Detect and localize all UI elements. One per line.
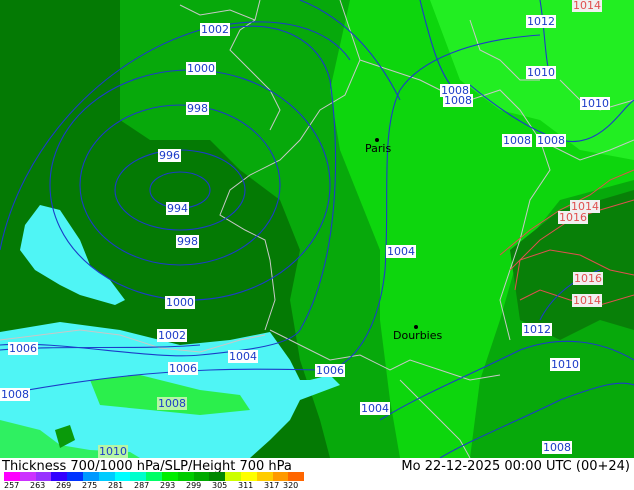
scale-label: 320 (283, 481, 299, 490)
isobar-label-text: 1010 (99, 445, 127, 458)
isobar-label: 1014 (572, 294, 602, 307)
isobar-label-text: 1016 (559, 211, 587, 224)
isobar-label-text: 1002 (158, 329, 186, 342)
paris-label: Paris (365, 142, 391, 155)
isobar-label: 1012 (526, 15, 556, 28)
isobar-label-text: 1008 (503, 134, 531, 147)
isobar-label: 1008 (443, 94, 473, 107)
isobar-label: 1010 (550, 358, 580, 371)
isobar-label-text: 996 (159, 149, 180, 162)
isobar-label-text: 1008 (537, 134, 565, 147)
isobar-label-text: 1008 (1, 388, 29, 401)
isobar-label: 1006 (168, 362, 198, 375)
map-datetime: Mo 22-12-2025 00:00 UTC (00+24) (401, 459, 630, 474)
scale-swatch (51, 472, 68, 481)
scale-swatch (288, 472, 305, 481)
scale-swatch (114, 472, 131, 481)
scale-label: 257 (4, 481, 20, 490)
isobar-label-text: 1012 (527, 15, 555, 28)
isobar-label: 1010 (580, 97, 610, 110)
scale-label: 305 (212, 481, 228, 490)
isobar-label: 1002 (157, 329, 187, 342)
isobar-label: 1010 (98, 445, 128, 458)
isobar-label-text: 1008 (444, 94, 472, 107)
isobar-label: 1008 (536, 134, 566, 147)
scale-label: 293 (160, 481, 176, 490)
isobar-label-text: 1000 (187, 62, 215, 75)
isobar-label: 1008 (542, 441, 572, 454)
isobar-label-text: 1006 (316, 364, 344, 377)
scale-label: 311 (238, 481, 254, 490)
weather-map: Paris Dourbies 1014 1012 1002 1000 1010 1008 1… (0, 0, 634, 458)
scale-swatch (272, 472, 289, 481)
isobar-label-text: 1002 (201, 23, 229, 36)
isobar-label-text: 1006 (169, 362, 197, 375)
isobar-label: 998 (176, 235, 199, 248)
isobar-label-text: 998 (187, 102, 208, 115)
isobar-label: 1016 (573, 272, 603, 285)
isobar-label: 1008 (502, 134, 532, 147)
color-scale-bar (4, 472, 305, 481)
isobar-label-text: 1010 (527, 66, 555, 79)
isobar-label: 1016 (558, 211, 588, 224)
scale-label: 269 (56, 481, 72, 490)
isobar-label: 1000 (186, 62, 216, 75)
isobar-label-text: 1008 (543, 441, 571, 454)
isobar-label-text: 1012 (523, 323, 551, 336)
isobar-label-text: 1004 (229, 350, 257, 363)
scale-swatch (130, 472, 147, 481)
isobar-label-text: 1004 (361, 402, 389, 415)
isobar-label: 1002 (200, 23, 230, 36)
scale-label: 263 (30, 481, 46, 490)
scale-swatch (161, 472, 178, 481)
isobar-label-text: 1000 (166, 296, 194, 309)
color-scale-labels: 257 263 269 275 281 287 293 299 305 311 317 320 (0, 481, 330, 490)
scale-label: 275 (82, 481, 98, 490)
isobar-label: 1000 (165, 296, 195, 309)
isobar-label-text: 1010 (581, 97, 609, 110)
isobar-label: 1004 (360, 402, 390, 415)
scale-swatch (177, 472, 194, 481)
isobar-label-text: 1008 (158, 397, 186, 410)
scale-swatch (193, 472, 210, 481)
isobar-label: 1012 (522, 323, 552, 336)
scale-label: 299 (186, 481, 202, 490)
isobar-label: 1008 (157, 397, 187, 410)
isobar-label: 1014 (572, 0, 602, 12)
isobar-label-text: 1006 (9, 342, 37, 355)
isobar-label-text: 1010 (551, 358, 579, 371)
isobar-label: 996 (158, 149, 181, 162)
scale-label: 287 (134, 481, 150, 490)
scale-swatch (4, 472, 20, 481)
scale-label: 281 (108, 481, 124, 490)
scale-swatch (240, 472, 257, 481)
isobar-label-text: 1016 (574, 272, 602, 285)
isobar-label: 998 (186, 102, 209, 115)
scale-swatch (67, 472, 83, 481)
isobar-label: 1008 (0, 388, 30, 401)
scale-label: 317 (264, 481, 280, 490)
scale-swatch (209, 472, 226, 481)
isobar-label: 994 (166, 202, 189, 215)
scale-swatch (82, 472, 99, 481)
isobar-label: 1006 (8, 342, 38, 355)
dourbies-label: Dourbies (393, 329, 443, 342)
scale-swatch (35, 472, 52, 481)
isobar-label-text: 1004 (387, 245, 415, 258)
scale-swatch (98, 472, 115, 481)
isobar-label-text: 994 (167, 202, 188, 215)
isobar-label: 1004 (386, 245, 416, 258)
isobar-label: 1004 (228, 350, 258, 363)
isobar-label-text: 1014 (573, 0, 601, 12)
isobar-label-text: 998 (177, 235, 198, 248)
scale-swatch (225, 472, 241, 481)
scale-swatch (256, 472, 273, 481)
scale-swatch (146, 472, 162, 481)
isobar-label: 1006 (315, 364, 345, 377)
isobar-label-text: 1014 (573, 294, 601, 307)
scale-swatch (19, 472, 36, 481)
isobar-label: 1010 (526, 66, 556, 79)
